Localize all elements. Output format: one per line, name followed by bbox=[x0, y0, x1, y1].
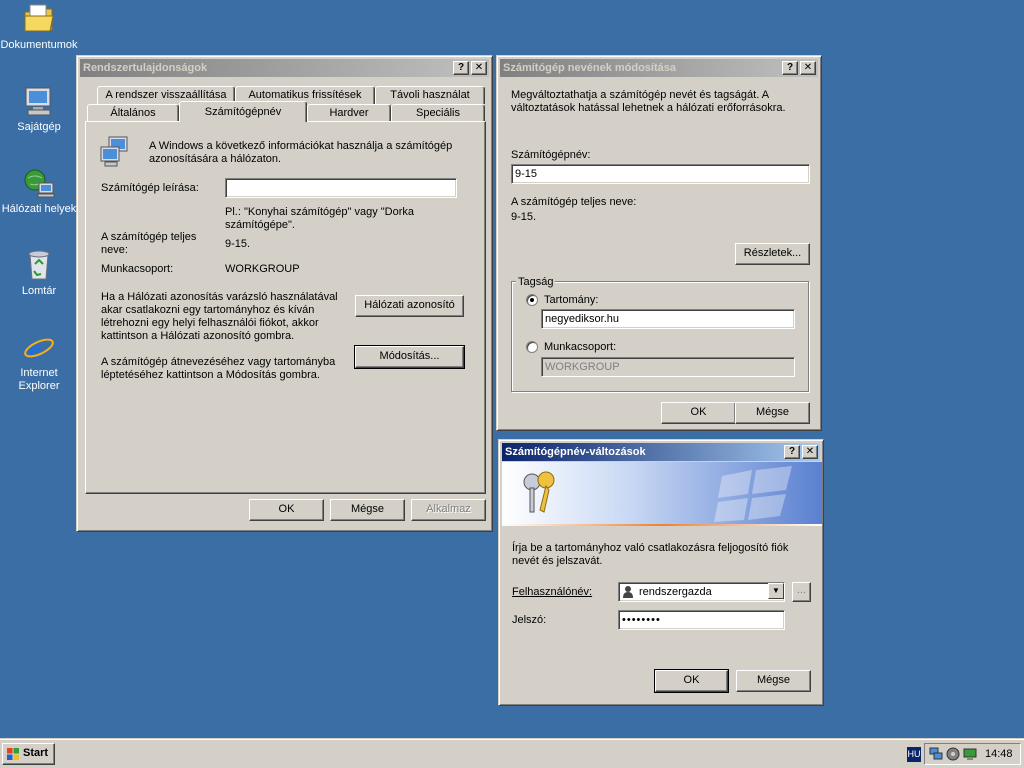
clock[interactable]: 14:48 bbox=[985, 748, 1013, 761]
description-input[interactable] bbox=[225, 178, 457, 198]
desktop-icon-internet-explorer[interactable]: e Internet Explorer bbox=[0, 330, 78, 393]
language-indicator[interactable]: HU bbox=[907, 747, 921, 762]
credentials-dialog: Számítógépnév-változások ? ✕ Írja be a t… bbox=[498, 439, 824, 706]
network-tray-icon[interactable] bbox=[929, 747, 943, 761]
intro-text: Megváltoztathatja a számítógép nevét és … bbox=[511, 89, 786, 114]
full-name-label: A számítógép teljes neve: bbox=[511, 196, 637, 208]
workgroup-input[interactable]: WORKGROUP bbox=[541, 357, 795, 377]
domain-input[interactable]: negyediksor.hu bbox=[541, 309, 795, 329]
tab-general[interactable]: Általános bbox=[87, 104, 179, 122]
network-id-text: Ha a Hálózati azonosítás varázsló haszná… bbox=[101, 291, 338, 342]
window-title: Számítógépnév-változások bbox=[505, 446, 646, 458]
computer-name-changes-window: Számítógép nevének módosítása ? ✕ Megvál… bbox=[496, 55, 822, 431]
volume-tray-icon[interactable] bbox=[946, 747, 960, 761]
ok-button[interactable]: OK bbox=[249, 499, 324, 521]
example-text: Pl.: "Konyhai számítógép" vagy "Dorka sz… bbox=[225, 206, 415, 231]
system-properties-titlebar[interactable]: Rendszertulajdonságok ? ✕ bbox=[80, 59, 489, 77]
desktop-icon-network-places[interactable]: Hálózati helyek bbox=[0, 166, 78, 216]
display-tray-icon[interactable] bbox=[963, 747, 977, 761]
cancel-button[interactable]: Mégse bbox=[736, 670, 811, 692]
svg-text:e: e bbox=[28, 332, 41, 364]
desktop-icon-label: Internet Explorer bbox=[18, 367, 60, 392]
computer-name-changes-titlebar[interactable]: Számítógép nevének módosítása ? ✕ bbox=[500, 59, 818, 77]
full-name-label: A számítógép teljes neve: bbox=[101, 231, 197, 256]
intro-text: A Windows a következő információkat hasz… bbox=[149, 140, 453, 165]
start-button[interactable]: Start bbox=[2, 743, 55, 765]
desktop-icon-my-computer[interactable]: Sajátgép bbox=[0, 84, 78, 134]
cancel-button[interactable]: Mégse bbox=[330, 499, 405, 521]
username-combobox[interactable]: rendszergazda ▼ bbox=[618, 582, 785, 602]
internet-explorer-icon: e bbox=[22, 330, 56, 365]
windows-logo-watermark-icon bbox=[712, 466, 802, 522]
desktop-icon-recycle-bin[interactable]: Lomtár bbox=[0, 248, 78, 298]
cancel-button[interactable]: Mégse bbox=[735, 402, 810, 424]
password-input[interactable]: •••••••• bbox=[618, 610, 785, 630]
domain-label: Tartomány: bbox=[544, 294, 599, 306]
help-button[interactable]: ? bbox=[453, 61, 469, 75]
browse-button[interactable]: ... bbox=[792, 582, 811, 602]
password-label: Jelszó: bbox=[512, 614, 547, 626]
prompt-text: Írja be a tartományhoz való csatlakozásr… bbox=[512, 542, 789, 567]
system-properties-window: Rendszertulajdonságok ? ✕ A rendszer vis… bbox=[76, 55, 493, 532]
description-label: Számítógép leírása: bbox=[101, 182, 199, 194]
tab-advanced[interactable]: Speciális bbox=[391, 104, 485, 122]
ok-button[interactable]: OK bbox=[654, 669, 729, 693]
dropdown-arrow-icon[interactable]: ▼ bbox=[768, 583, 784, 599]
banner-divider bbox=[502, 524, 822, 526]
tab-computer-name[interactable]: Számítógépnév bbox=[179, 101, 307, 122]
my-computer-icon bbox=[22, 84, 56, 118]
ok-button[interactable]: OK bbox=[661, 402, 736, 424]
windows-logo-icon bbox=[6, 747, 20, 761]
desktop-icon-label: Hálózati helyek bbox=[1, 203, 77, 215]
domain-radio[interactable] bbox=[526, 294, 538, 306]
close-icon[interactable]: ✕ bbox=[471, 61, 487, 75]
details-button[interactable]: Részletek... bbox=[735, 243, 810, 265]
window-title: Számítógép nevének módosítása bbox=[503, 62, 676, 74]
recycle-bin-icon bbox=[22, 248, 56, 282]
start-label: Start bbox=[23, 747, 49, 759]
full-name-value: 9-15. bbox=[225, 238, 251, 250]
desktop-icon-label: Sajátgép bbox=[17, 121, 61, 133]
tab-remote[interactable]: Távoli használat bbox=[375, 86, 485, 104]
computer-name-label: Számítógépnév: bbox=[511, 149, 591, 161]
computer-network-icon bbox=[99, 135, 133, 169]
rename-text: A számítógép átnevezéséhez vagy tartomán… bbox=[101, 356, 336, 381]
workgroup-label: Munkacsoport: bbox=[544, 341, 617, 353]
close-icon[interactable]: ✕ bbox=[800, 61, 816, 75]
computer-name-input[interactable]: 9-15 bbox=[511, 164, 810, 184]
help-button[interactable]: ? bbox=[784, 445, 800, 459]
desktop-icon-label: Dokumentumok bbox=[0, 39, 78, 51]
workgroup-radio[interactable] bbox=[526, 341, 538, 353]
username-value: rendszergazda bbox=[639, 586, 712, 598]
user-icon bbox=[622, 585, 634, 598]
window-title: Rendszertulajdonságok bbox=[83, 62, 208, 74]
computer-name-tab-panel: A Windows a következő információkat hasz… bbox=[85, 121, 486, 494]
credentials-banner bbox=[502, 462, 822, 524]
keys-icon bbox=[516, 468, 566, 518]
full-name-value: 9-15. bbox=[511, 211, 537, 223]
tab-hardware[interactable]: Hardver bbox=[307, 104, 391, 122]
system-tray: 14:48 bbox=[924, 743, 1021, 765]
help-button[interactable]: ? bbox=[782, 61, 798, 75]
desktop-icon-documents[interactable]: Dokumentumok bbox=[0, 2, 78, 52]
apply-button[interactable]: Alkalmaz bbox=[411, 499, 486, 521]
desktop-icon-label: Lomtár bbox=[21, 285, 57, 297]
workgroup-value: WORKGROUP bbox=[225, 263, 300, 275]
change-button[interactable]: Módosítás... bbox=[354, 345, 465, 369]
network-places-icon bbox=[22, 166, 56, 200]
credentials-titlebar[interactable]: Számítógépnév-változások ? ✕ bbox=[502, 443, 820, 461]
membership-label: Tagság bbox=[516, 276, 556, 288]
workgroup-label: Munkacsoport: bbox=[101, 263, 174, 275]
taskbar: Start HU 14:48 bbox=[0, 738, 1024, 768]
folder-documents-icon bbox=[22, 2, 56, 36]
username-label: Felhasználónév: bbox=[512, 586, 593, 598]
network-id-button[interactable]: Hálózati azonosító bbox=[355, 295, 464, 317]
close-icon[interactable]: ✕ bbox=[802, 445, 818, 459]
